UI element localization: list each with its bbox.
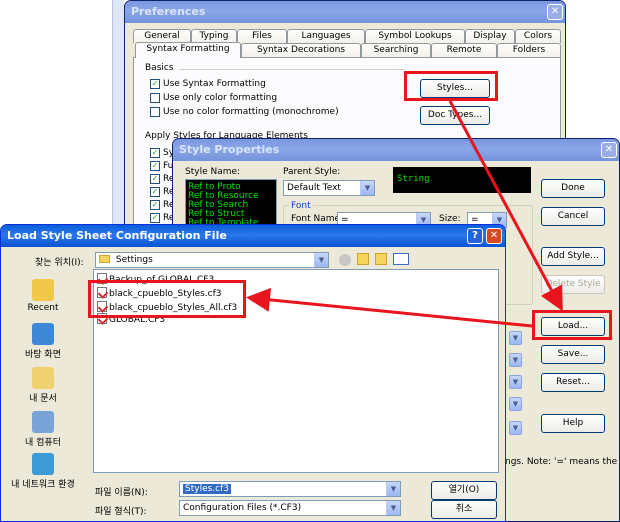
tab-syntax-formatting[interactable]: Syntax Formatting xyxy=(135,42,241,58)
arrow-load-to-files xyxy=(246,287,533,328)
arrow-styles-to-load xyxy=(448,100,563,312)
annotation-arrows xyxy=(246,100,563,328)
